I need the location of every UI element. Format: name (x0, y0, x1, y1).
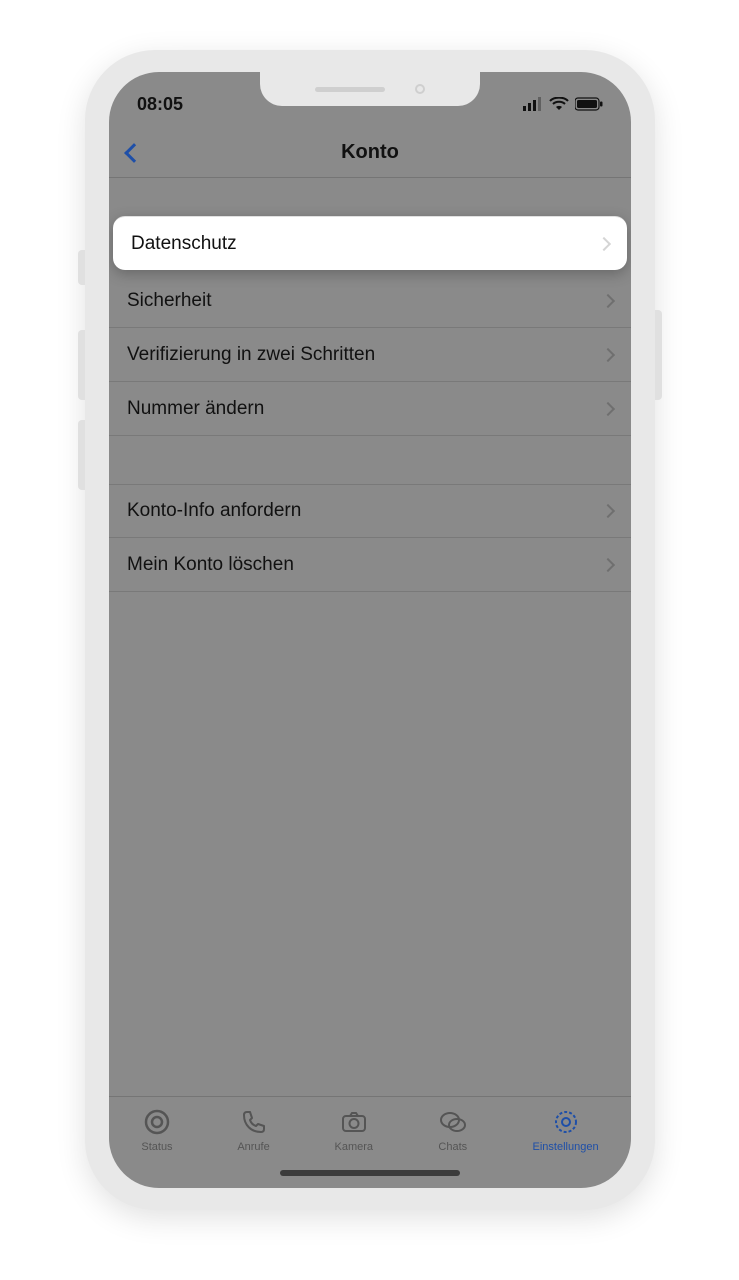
tab-status[interactable]: Status (141, 1107, 172, 1153)
tab-chats-icon (438, 1107, 468, 1137)
chevron-right-icon (601, 347, 615, 361)
tab-label: Anrufe (237, 1141, 269, 1153)
row-label: Verifizierung in zwei Schritten (127, 344, 375, 366)
row-sicherheit[interactable]: Sicherheit (109, 274, 631, 328)
page-title: Konto (109, 141, 631, 164)
tab-label: Einstellungen (533, 1141, 599, 1153)
power-button (655, 310, 662, 400)
chevron-right-icon (601, 504, 615, 518)
tab-kamera[interactable]: Kamera (334, 1107, 373, 1153)
tab-einstellungen[interactable]: Einstellungen (533, 1107, 599, 1153)
row-verifizierung[interactable]: Verifizierung in zwei Schritten (109, 328, 631, 382)
settings-list: Datenschutz Sicherheit Verifizierung in zw… (109, 216, 631, 592)
tab-label: Status (141, 1141, 172, 1153)
status-time: 08:05 (137, 94, 183, 115)
speaker (315, 87, 385, 92)
phone-frame: 08:05 Konto Datenschutz Sicherheit Verifiz… (85, 50, 655, 1210)
row-konto-loeschen[interactable]: Mein Konto löschen (109, 538, 631, 592)
chevron-right-icon (597, 236, 611, 250)
row-label: Sicherheit (127, 290, 212, 312)
row-label: Nummer ändern (127, 398, 264, 420)
battery-icon (575, 97, 603, 111)
screen: 08:05 Konto Datenschutz Sicherheit Verifiz… (109, 72, 631, 1188)
tab-label: Kamera (334, 1141, 373, 1153)
row-konto-info[interactable]: Konto-Info anfordern (109, 484, 631, 538)
row-label: Mein Konto löschen (127, 554, 294, 576)
tab-label: Chats (438, 1141, 467, 1153)
volume-down-button (78, 420, 85, 490)
cellular-icon (523, 97, 543, 111)
tab-einstellungen-icon (551, 1107, 581, 1137)
nav-header: Konto (109, 128, 631, 178)
home-indicator[interactable] (280, 1170, 460, 1176)
tab-anrufe[interactable]: Anrufe (237, 1107, 269, 1153)
tab-kamera-icon (339, 1107, 369, 1137)
tab-status-icon (142, 1107, 172, 1137)
chevron-right-icon (601, 401, 615, 415)
chevron-right-icon (601, 293, 615, 307)
row-label: Datenschutz (131, 233, 237, 255)
notch (260, 72, 480, 106)
row-datenschutz[interactable]: Datenschutz (113, 216, 627, 270)
row-label: Konto-Info anfordern (127, 500, 301, 522)
volume-up-button (78, 330, 85, 400)
tab-anrufe-icon (239, 1107, 269, 1137)
status-icons (523, 97, 603, 111)
chevron-right-icon (601, 557, 615, 571)
row-nummer-aendern[interactable]: Nummer ändern (109, 382, 631, 436)
tab-chats[interactable]: Chats (438, 1107, 468, 1153)
front-camera (415, 84, 425, 94)
wifi-icon (549, 97, 569, 111)
